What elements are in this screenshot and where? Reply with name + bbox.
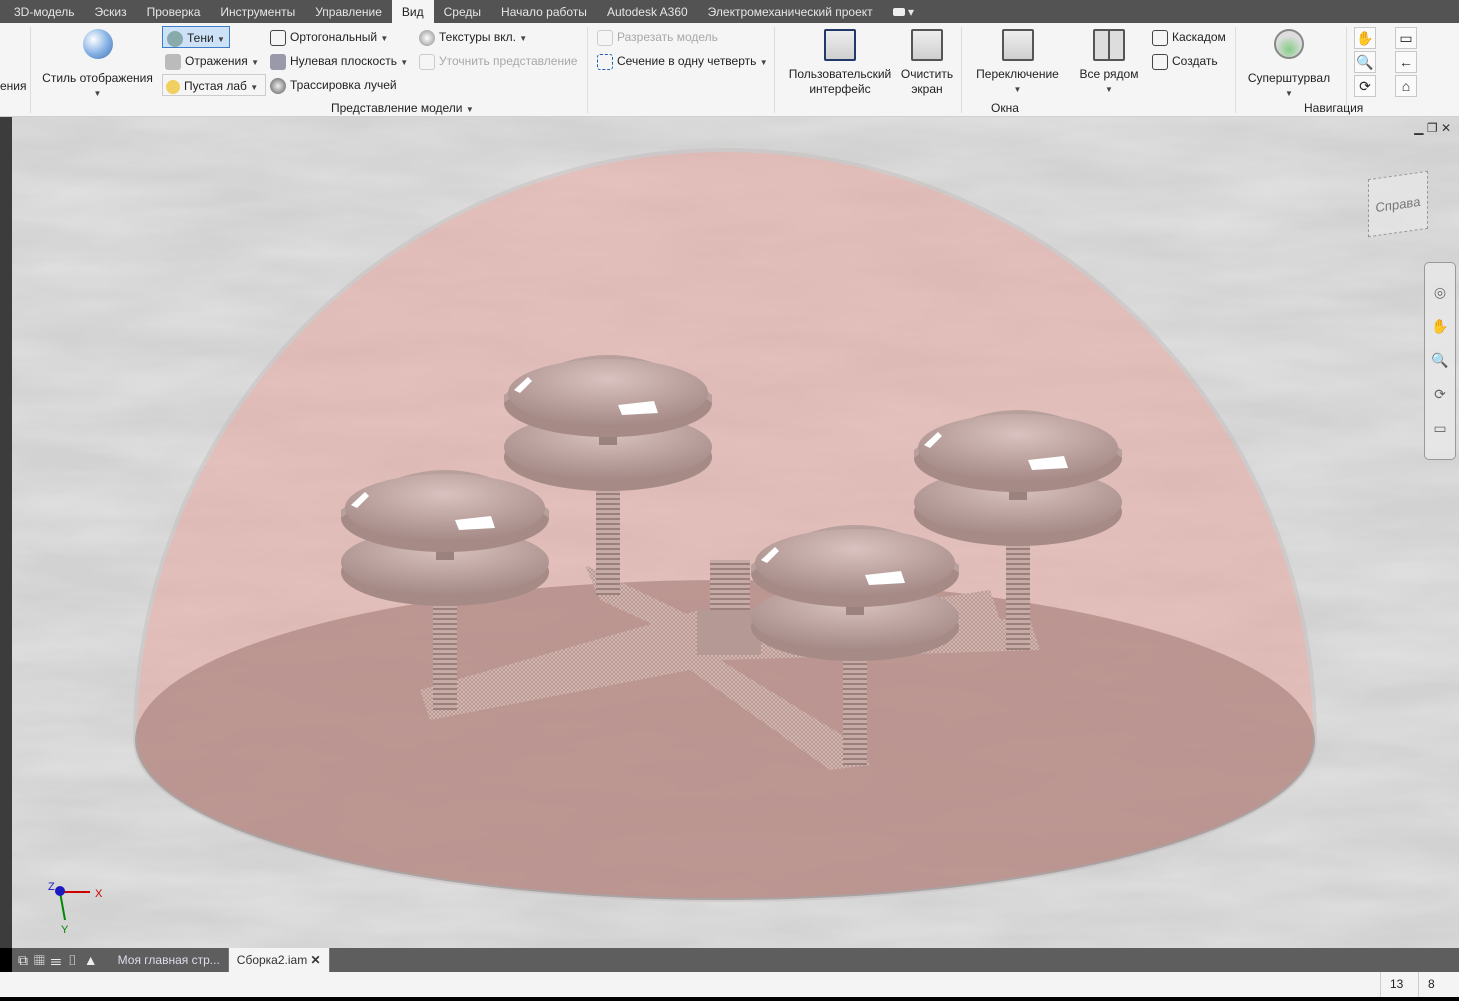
cut-off-label: ения bbox=[0, 79, 27, 93]
navigation-bar: ◎ ✋ 🔍 ⟳ ▭ bbox=[1424, 262, 1456, 460]
orbit-icon: ⟳ bbox=[1359, 78, 1371, 94]
steering-wheel-icon bbox=[1274, 29, 1304, 59]
reflections-button[interactable]: Отражения ▼ bbox=[165, 50, 259, 72]
ray-tracing-button[interactable]: Трассировка лучей bbox=[270, 74, 397, 96]
doc-tab-home[interactable]: Моя главная стр... bbox=[110, 948, 229, 972]
clear-screen-icon bbox=[911, 29, 943, 61]
restore-icon[interactable]: ❐ bbox=[1427, 121, 1438, 135]
cascade-button[interactable]: Каскадом bbox=[1152, 26, 1226, 48]
clear-screen-button[interactable]: Очистить экран bbox=[898, 29, 956, 97]
sphere-icon bbox=[82, 29, 113, 59]
textures-icon bbox=[419, 29, 435, 46]
pan-icon[interactable]: ✋ bbox=[1425, 309, 1455, 343]
ribbon: ения Стиль отображения ▼ Тени ▼ Отражения… bbox=[0, 23, 1459, 117]
new-window-icon bbox=[1152, 53, 1168, 70]
tab-inspect[interactable]: Проверка bbox=[137, 0, 211, 23]
steering-wheel-icon[interactable]: ◎ bbox=[1425, 275, 1455, 309]
arrow-left-icon: ← bbox=[1399, 54, 1413, 70]
new-window-button[interactable]: Создать bbox=[1152, 50, 1218, 72]
refine-icon bbox=[419, 53, 435, 70]
tab-sketch[interactable]: Эскиз bbox=[85, 0, 137, 23]
previous-view-button[interactable]: ← bbox=[1395, 51, 1417, 73]
ribbon-tab-bar: 3D-модель Эскиз Проверка Инструменты Упр… bbox=[0, 0, 1459, 23]
switch-icon bbox=[1001, 29, 1034, 61]
user-interface-button[interactable]: Пользовательский интерфейс bbox=[784, 29, 896, 97]
close-tab-icon[interactable]: ✕ bbox=[311, 953, 321, 967]
tab-view[interactable]: Вид bbox=[391, 0, 434, 23]
graphics-viewport[interactable]: X Y Z ▁ ❐ ✕ Справа ◎ ✋ 🔍 ⟳ ▭ bbox=[12, 117, 1459, 948]
axis-x-label: X bbox=[95, 888, 103, 900]
cube-icon bbox=[270, 29, 286, 46]
tab-get-started[interactable]: Начало работы bbox=[491, 0, 597, 23]
zoom-icon[interactable]: 🔍 bbox=[1425, 343, 1455, 377]
zoom-icon: 🔍 bbox=[1356, 54, 1374, 70]
status-bar: 13 8 bbox=[0, 972, 1459, 997]
status-count-b: 8 bbox=[1418, 972, 1444, 997]
look-at-button[interactable]: ▭ bbox=[1395, 27, 1417, 49]
ortho-button[interactable]: Ортогональный ▼ bbox=[270, 26, 388, 48]
ground-plane-icon bbox=[270, 53, 286, 70]
group-model-view[interactable]: Представление модели ▼ bbox=[331, 101, 474, 115]
tab-electromechanical[interactable]: Электромеханический проект bbox=[698, 0, 883, 23]
tab-3d-model[interactable]: 3D-модель bbox=[4, 0, 85, 23]
orbit-button[interactable]: ⟳ bbox=[1354, 75, 1376, 97]
orbit-icon[interactable]: ⟳ bbox=[1425, 377, 1455, 411]
cut-model-button[interactable]: Разрезать модель bbox=[597, 26, 718, 48]
axis-y-label: Y bbox=[61, 924, 69, 936]
ribbon-toggle-button[interactable]: ▾ bbox=[883, 0, 924, 23]
ground-plane-button[interactable]: Нулевая плоскость ▼ bbox=[270, 50, 408, 72]
doc-tab-assembly[interactable]: Сборка2.iam ✕ bbox=[228, 948, 330, 972]
window-arrange-icons[interactable]: ⧉▦☰▯▲ bbox=[12, 952, 110, 969]
ray-tracing-icon bbox=[270, 77, 286, 94]
lighting-dropdown[interactable]: Пустая лаб ▼ bbox=[162, 74, 266, 96]
tile-icon bbox=[1093, 29, 1125, 61]
home-view-button[interactable]: ⌂ bbox=[1395, 75, 1417, 97]
section-icon bbox=[597, 53, 613, 70]
document-tab-bar: ⧉▦☰▯▲ Моя главная стр... Сборка2.iam ✕ bbox=[12, 948, 1459, 972]
zoom-button[interactable]: 🔍 bbox=[1354, 51, 1376, 73]
home-icon: ⌂ bbox=[1401, 78, 1411, 94]
tab-tools[interactable]: Инструменты bbox=[210, 0, 305, 23]
reflections-icon bbox=[165, 53, 181, 70]
window-controls: ▁ ❐ ✕ bbox=[1414, 121, 1451, 135]
switch-window-button[interactable]: Переключение ▼ bbox=[970, 29, 1065, 97]
window-icon bbox=[824, 29, 856, 61]
group-navigation: Навигация bbox=[1304, 101, 1364, 115]
hand-icon: ✋ bbox=[1356, 30, 1374, 46]
pan-button[interactable]: ✋ bbox=[1354, 27, 1376, 49]
shadows-icon bbox=[167, 30, 183, 47]
model-scene: X Y Z bbox=[12, 117, 1459, 948]
tab-environments[interactable]: Среды bbox=[434, 0, 491, 23]
tile-button[interactable]: Все рядом ▼ bbox=[1075, 29, 1143, 97]
textures-button[interactable]: Текстуры вкл. ▼ bbox=[419, 26, 527, 48]
shadows-button[interactable]: Тени ▼ bbox=[162, 26, 230, 48]
cascade-icon bbox=[1152, 29, 1168, 46]
look-at-icon[interactable]: ▭ bbox=[1425, 411, 1455, 445]
quarter-section-button[interactable]: Сечение в одну четверть ▼ bbox=[597, 50, 768, 72]
status-count-a: 13 bbox=[1380, 972, 1412, 997]
cut-icon bbox=[597, 29, 613, 46]
light-icon bbox=[166, 79, 180, 94]
minimize-icon[interactable]: ▁ bbox=[1414, 121, 1423, 135]
look-at-icon: ▭ bbox=[1399, 30, 1413, 46]
group-windows: Окна bbox=[991, 101, 1019, 115]
axis-z-label: Z bbox=[48, 881, 55, 893]
refine-view-button[interactable]: Уточнить представление bbox=[419, 50, 577, 72]
browser-collapsed-strip[interactable] bbox=[0, 117, 12, 948]
tab-a360[interactable]: Autodesk A360 bbox=[597, 0, 698, 23]
steering-wheel-button[interactable]: Суперштурвал ▼ bbox=[1243, 29, 1335, 101]
viewcube[interactable]: Справа bbox=[1368, 170, 1428, 238]
close-icon[interactable]: ✕ bbox=[1441, 121, 1451, 135]
tab-manage[interactable]: Управление bbox=[305, 0, 392, 23]
display-style-button[interactable]: Стиль отображения ▼ bbox=[40, 29, 155, 101]
